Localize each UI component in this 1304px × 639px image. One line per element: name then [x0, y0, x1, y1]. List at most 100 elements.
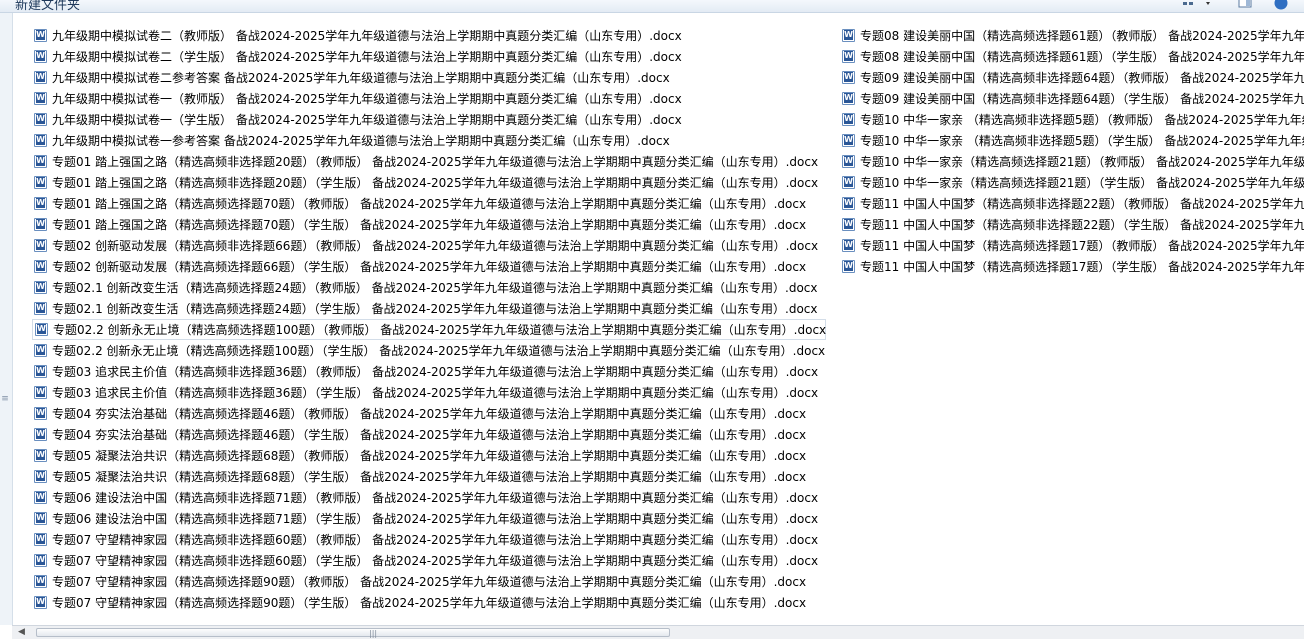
- file-item[interactable]: 专题08 建设美丽中国（精选高频选择题61题）（教师版） 备战2024-2025…: [840, 25, 1304, 46]
- file-item[interactable]: 九年级期中模拟试卷二参考答案 备战2024-2025学年九年级道德与法治上学期期…: [32, 67, 826, 88]
- file-name: 专题02.1 创新改变生活（精选高频选择题24题）（教师版） 备战2024-20…: [52, 281, 818, 295]
- file-name: 专题02.2 创新永无止境（精选高频选择题100题）（教师版） 备战2024-2…: [53, 323, 827, 337]
- file-item[interactable]: 九年级期中模拟试卷一参考答案 备战2024-2025学年九年级道德与法治上学期期…: [32, 130, 826, 151]
- file-item[interactable]: 专题10 中华一家亲（精选高频选择题21题）（教师版） 备战2024-2025学…: [840, 151, 1304, 172]
- file-name: 专题01 踏上强国之路（精选高频选择题70题）（学生版） 备战2024-2025…: [52, 218, 807, 232]
- pane-splitter-handle[interactable]: ≡: [1, 391, 9, 407]
- file-name: 专题01 踏上强国之路（精选高频非选择题20题）（教师版） 备战2024-202…: [52, 155, 819, 169]
- word-document-icon: [842, 239, 855, 252]
- file-name: 专题04 夯实法治基础（精选高频选择题46题）（学生版） 备战2024-2025…: [52, 428, 807, 442]
- file-item[interactable]: 专题10 中华一家亲 （精选高频非选择题5题）（教师版） 备战2024-2025…: [840, 109, 1304, 130]
- file-item[interactable]: 专题05 凝聚法治共识（精选高频选择题68题）（教师版） 备战2024-2025…: [32, 445, 826, 466]
- file-name: 专题06 建设法治中国（精选高频非选择题71题）（教师版） 备战2024-202…: [52, 491, 819, 505]
- word-document-icon: [34, 92, 47, 105]
- file-name: 九年级期中模拟试卷二参考答案 备战2024-2025学年九年级道德与法治上学期期…: [52, 71, 670, 85]
- file-name: 专题01 踏上强国之路（精选高频选择题70题）（教师版） 备战2024-2025…: [52, 197, 807, 211]
- horizontal-scrollbar[interactable]: ◀ |||: [12, 625, 1304, 639]
- word-document-icon: [34, 71, 47, 84]
- word-document-icon: [34, 260, 47, 273]
- file-name: 专题02 创新驱动发展（精选高频选择题66题）（学生版） 备战2024-2025…: [52, 260, 807, 274]
- file-name: 专题09 建设美丽中国（精选高频非选择题64题）（教师版） 备战2024-202…: [860, 71, 1304, 85]
- file-item[interactable]: 专题04 夯实法治基础（精选高频选择题46题）（学生版） 备战2024-2025…: [32, 424, 826, 445]
- scrollbar-thumb[interactable]: |||: [36, 628, 670, 638]
- file-item[interactable]: 专题07 守望精神家园（精选高频非选择题60题）（教师版） 备战2024-202…: [32, 529, 826, 550]
- word-document-icon: [842, 218, 855, 231]
- word-document-icon: [842, 50, 855, 63]
- file-name: 专题03 追求民主价值（精选高频非选择题36题）（学生版） 备战2024-202…: [52, 386, 819, 400]
- file-name: 专题07 守望精神家园（精选高频选择题90题）（教师版） 备战2024-2025…: [52, 575, 807, 589]
- word-document-icon: [34, 113, 47, 126]
- file-item[interactable]: 专题10 中华一家亲（精选高频选择题21题）（学生版） 备战2024-2025学…: [840, 172, 1304, 193]
- word-document-icon: [842, 92, 855, 105]
- file-item[interactable]: 专题02.1 创新改变生活（精选高频选择题24题）（学生版） 备战2024-20…: [32, 298, 826, 319]
- toolbar: 新建文件夹: [0, 0, 1304, 13]
- file-item[interactable]: 专题01 踏上强国之路（精选高频选择题70题）（教师版） 备战2024-2025…: [32, 193, 826, 214]
- file-name: 九年级期中模拟试卷一参考答案 备战2024-2025学年九年级道德与法治上学期期…: [52, 134, 670, 148]
- file-name: 专题05 凝聚法治共识（精选高频选择题68题）（教师版） 备战2024-2025…: [52, 449, 807, 463]
- word-document-icon: [35, 323, 48, 336]
- file-name: 专题05 凝聚法治共识（精选高频选择题68题）（学生版） 备战2024-2025…: [52, 470, 807, 484]
- file-item[interactable]: 专题01 踏上强国之路（精选高频非选择题20题）（学生版） 备战2024-202…: [32, 172, 826, 193]
- file-item[interactable]: 专题02 创新驱动发展（精选高频非选择题66题）（教师版） 备战2024-202…: [32, 235, 826, 256]
- file-name: 专题11 中国人中国梦（精选高频非选择题22题）（教师版） 备战2024-202…: [860, 197, 1304, 211]
- file-item[interactable]: 专题07 守望精神家园（精选高频选择题90题）（教师版） 备战2024-2025…: [32, 571, 826, 592]
- word-document-icon: [34, 29, 47, 42]
- preview-pane-icon[interactable]: [1238, 0, 1252, 9]
- file-item[interactable]: 专题04 夯实法治基础（精选高频选择题46题）（教师版） 备战2024-2025…: [32, 403, 826, 424]
- word-document-icon: [34, 365, 47, 378]
- file-name: 专题09 建设美丽中国（精选高频非选择题64题）（学生版） 备战2024-202…: [860, 92, 1304, 106]
- word-document-icon: [34, 218, 47, 231]
- file-item[interactable]: 九年级期中模拟试卷一（教师版） 备战2024-2025学年九年级道德与法治上学期…: [32, 88, 826, 109]
- word-document-icon: [842, 71, 855, 84]
- word-document-icon: [34, 575, 47, 588]
- word-document-icon: [34, 491, 47, 504]
- word-document-icon: [842, 176, 855, 189]
- word-document-icon: [34, 449, 47, 462]
- file-item[interactable]: 九年级期中模拟试卷一（学生版） 备战2024-2025学年九年级道德与法治上学期…: [32, 109, 826, 130]
- file-name: 专题08 建设美丽中国（精选高频选择题61题）（教师版） 备战2024-2025…: [860, 29, 1304, 43]
- file-item[interactable]: 专题03 追求民主价值（精选高频非选择题36题）（学生版） 备战2024-202…: [32, 382, 826, 403]
- word-document-icon: [34, 596, 47, 609]
- word-document-icon: [34, 386, 47, 399]
- file-item[interactable]: 专题02.2 创新永无止境（精选高频选择题100题）（学生版） 备战2024-2…: [32, 340, 826, 361]
- scroll-left-arrow-icon[interactable]: ◀: [18, 626, 25, 639]
- word-document-icon: [34, 134, 47, 147]
- file-item[interactable]: 专题10 中华一家亲 （精选高频非选择题5题）（学生版） 备战2024-2025…: [840, 130, 1304, 151]
- file-name: 专题02.2 创新永无止境（精选高频选择题100题）（学生版） 备战2024-2…: [52, 344, 826, 358]
- file-item[interactable]: 专题07 守望精神家园（精选高频非选择题60题）（学生版） 备战2024-202…: [32, 550, 826, 571]
- file-name: 专题07 守望精神家园（精选高频非选择题60题）（教师版） 备战2024-202…: [52, 533, 819, 547]
- file-item[interactable]: 专题08 建设美丽中国（精选高频选择题61题）（学生版） 备战2024-2025…: [840, 46, 1304, 67]
- file-item[interactable]: 专题06 建设法治中国（精选高频非选择题71题）（教师版） 备战2024-202…: [32, 487, 826, 508]
- view-options-icon[interactable]: [1182, 0, 1210, 9]
- file-item[interactable]: 专题02.1 创新改变生活（精选高频选择题24题）（教师版） 备战2024-20…: [32, 277, 826, 298]
- file-item[interactable]: 九年级期中模拟试卷二（教师版） 备战2024-2025学年九年级道德与法治上学期…: [32, 25, 826, 46]
- word-document-icon: [842, 260, 855, 273]
- file-name: 九年级期中模拟试卷二（教师版） 备战2024-2025学年九年级道德与法治上学期…: [52, 29, 682, 43]
- help-icon[interactable]: [1274, 0, 1288, 10]
- file-name: 专题06 建设法治中国（精选高频非选择题71题）（学生版） 备战2024-202…: [52, 512, 819, 526]
- word-document-icon: [34, 197, 47, 210]
- file-item[interactable]: 专题11 中国人中国梦（精选高频选择题17题）（学生版） 备战2024-2025…: [840, 256, 1304, 277]
- file-name: 专题03 追求民主价值（精选高频非选择题36题）（教师版） 备战2024-202…: [52, 365, 819, 379]
- file-item[interactable]: 专题09 建设美丽中国（精选高频非选择题64题）（教师版） 备战2024-202…: [840, 67, 1304, 88]
- file-item[interactable]: 专题09 建设美丽中国（精选高频非选择题64题）（学生版） 备战2024-202…: [840, 88, 1304, 109]
- file-item[interactable]: 专题05 凝聚法治共识（精选高频选择题68题）（学生版） 备战2024-2025…: [32, 466, 826, 487]
- file-item[interactable]: 专题01 踏上强国之路（精选高频非选择题20题）（教师版） 备战2024-202…: [32, 151, 826, 172]
- word-document-icon: [842, 134, 855, 147]
- file-name: 专题10 中华一家亲 （精选高频非选择题5题）（学生版） 备战2024-2025…: [860, 134, 1304, 148]
- file-item[interactable]: 专题11 中国人中国梦（精选高频选择题17题）（教师版） 备战2024-2025…: [840, 235, 1304, 256]
- file-item[interactable]: 专题03 追求民主价值（精选高频非选择题36题）（教师版） 备战2024-202…: [32, 361, 826, 382]
- file-item[interactable]: 专题07 守望精神家园（精选高频选择题90题）（学生版） 备战2024-2025…: [32, 592, 826, 613]
- file-item[interactable]: 专题11 中国人中国梦（精选高频非选择题22题）（学生版） 备战2024-202…: [840, 214, 1304, 235]
- file-item[interactable]: 专题01 踏上强国之路（精选高频选择题70题）（学生版） 备战2024-2025…: [32, 214, 826, 235]
- file-item[interactable]: 专题06 建设法治中国（精选高频非选择题71题）（学生版） 备战2024-202…: [32, 508, 826, 529]
- file-item[interactable]: 专题02 创新驱动发展（精选高频选择题66题）（学生版） 备战2024-2025…: [32, 256, 826, 277]
- file-name: 专题10 中华一家亲 （精选高频非选择题5题）（教师版） 备战2024-2025…: [860, 113, 1304, 127]
- new-folder-button[interactable]: 新建文件夹: [15, 0, 80, 12]
- file-item[interactable]: 九年级期中模拟试卷二（学生版） 备战2024-2025学年九年级道德与法治上学期…: [32, 46, 826, 67]
- file-item[interactable]: 专题11 中国人中国梦（精选高频非选择题22题）（教师版） 备战2024-202…: [840, 193, 1304, 214]
- file-name: 专题07 守望精神家园（精选高频非选择题60题）（学生版） 备战2024-202…: [52, 554, 819, 568]
- file-item[interactable]: 专题02.2 创新永无止境（精选高频选择题100题）（教师版） 备战2024-2…: [32, 319, 826, 340]
- file-name: 九年级期中模拟试卷一（学生版） 备战2024-2025学年九年级道德与法治上学期…: [52, 113, 682, 127]
- file-name: 专题11 中国人中国梦（精选高频选择题17题）（教师版） 备战2024-2025…: [860, 239, 1304, 253]
